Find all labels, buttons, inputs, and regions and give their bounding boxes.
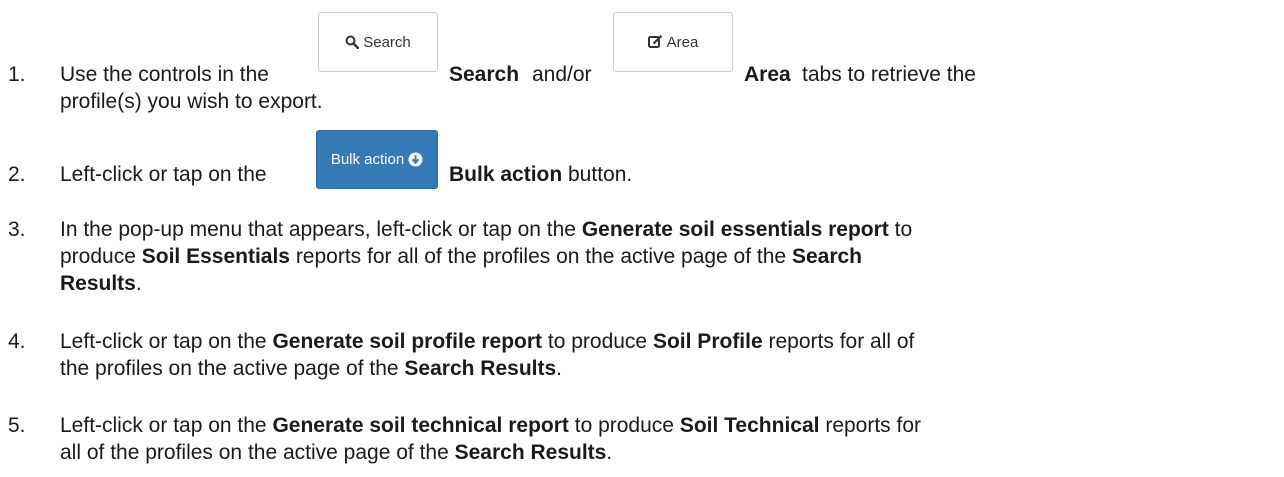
search-tab-label: Search: [449, 63, 520, 86]
step-4: 4. Left-click or tap on the Generate soi…: [0, 328, 1284, 385]
step-text: all of the profiles on the active page o…: [60, 441, 613, 464]
step-number: 2.: [8, 163, 26, 186]
step-text: the profiles on the active page of the S…: [60, 357, 563, 380]
step-number: 3.: [8, 218, 26, 241]
area-tab-button-label: Area: [666, 33, 699, 51]
step-number: 1.: [8, 63, 26, 86]
menu-option-technical: Generate soil technical report: [272, 414, 569, 437]
step-2: 2. Left-click or tap on the Bulk action …: [0, 130, 1284, 190]
step-text: Left-click or tap on the Generate soil p…: [60, 330, 915, 353]
step-text: Left-click or tap on the Generate soil t…: [60, 414, 922, 437]
step-text: In the pop-up menu that appears, left-cl…: [60, 218, 913, 241]
search-tab-button[interactable]: Search: [318, 12, 438, 72]
step-number: 4.: [8, 330, 26, 353]
search-tab-button-label: Search: [363, 33, 411, 51]
step-text: Use the controls in the: [60, 63, 269, 86]
edit-square-icon: [647, 35, 663, 49]
bulk-action-button[interactable]: Bulk action: [316, 130, 438, 189]
magnifier-icon: [345, 35, 360, 50]
step-text: tabs to retrieve the: [802, 63, 976, 86]
step-5: 5. Left-click or tap on the Generate soi…: [0, 412, 1284, 469]
circle-arrow-down-icon: [408, 152, 423, 167]
menu-option-profile: Generate soil profile report: [272, 330, 543, 353]
step-text: button.: [568, 163, 633, 186]
step-text: and/or: [532, 63, 592, 86]
step-3: 3. In the pop-up menu that appears, left…: [0, 216, 1284, 300]
area-tab-button[interactable]: Area: [613, 12, 733, 72]
step-text: Results.: [60, 272, 142, 295]
step-number: 5.: [8, 414, 26, 437]
step-1: 1. Use the controls in the Search Search…: [0, 0, 1284, 113]
area-tab-label: Area: [744, 63, 791, 86]
menu-option-essentials: Generate soil essentials report: [581, 218, 889, 241]
step-text: produce Soil Essentials reports for all …: [60, 245, 862, 268]
bulk-action-button-label: Bulk action: [330, 151, 405, 168]
bulk-action-label: Bulk action: [449, 163, 563, 186]
step-text: profile(s) you wish to export.: [60, 90, 323, 113]
step-text: Left-click or tap on the: [60, 163, 267, 186]
